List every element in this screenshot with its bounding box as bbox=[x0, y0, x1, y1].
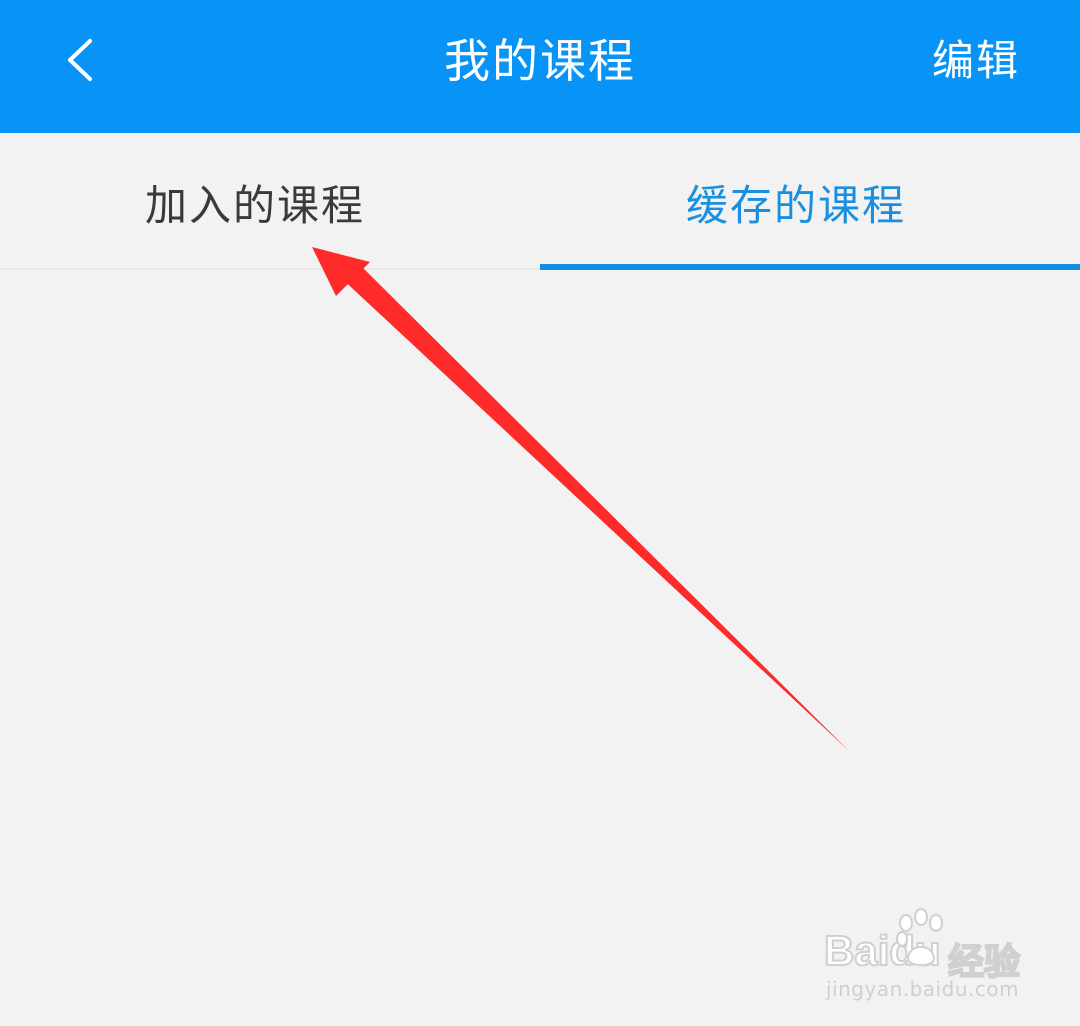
top-app-bar: 我的课程 编辑 bbox=[0, 0, 1080, 133]
back-button[interactable] bbox=[40, 20, 120, 100]
edit-button[interactable]: 编辑 bbox=[932, 0, 1020, 122]
tab-cached-courses-label: 缓存的课程 bbox=[685, 181, 906, 230]
chevron-left-icon bbox=[68, 39, 92, 81]
course-list-empty bbox=[0, 270, 1080, 1026]
tab-cached-courses[interactable]: 缓存的课程 bbox=[540, 133, 1080, 270]
course-tab-bar: 加入的课程 缓存的课程 bbox=[0, 133, 1080, 270]
tab-joined-courses[interactable]: 加入的课程 bbox=[0, 133, 540, 270]
page-title: 我的课程 bbox=[444, 34, 636, 88]
tab-joined-courses-label: 加入的课程 bbox=[144, 181, 365, 230]
